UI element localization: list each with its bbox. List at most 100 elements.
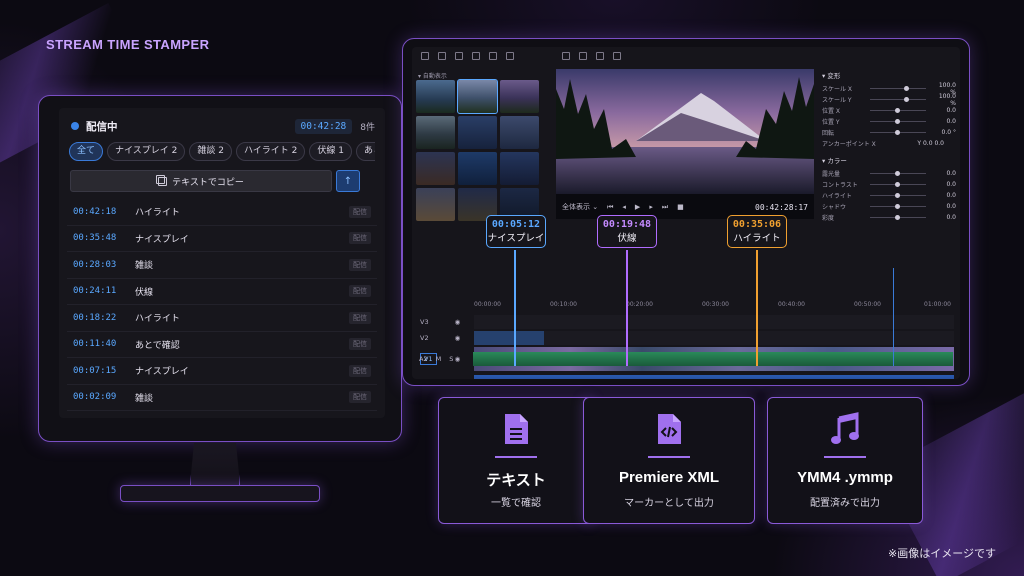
step-forward-icon[interactable]: ▸ xyxy=(649,203,653,211)
folder-open-icon[interactable] xyxy=(455,52,463,60)
row-label: ナイスプレイ xyxy=(135,234,189,245)
slider[interactable] xyxy=(870,182,926,187)
marker-fukusen[interactable]: 00:19:48 伏線 xyxy=(597,215,657,248)
list-item[interactable]: 00:07:15 ナイスプレイ 配信 xyxy=(67,358,377,385)
media-thumbnail[interactable] xyxy=(457,79,498,114)
eye-icon[interactable]: ◉ xyxy=(455,334,461,342)
track-a2[interactable] xyxy=(473,352,953,366)
list-item[interactable]: 00:18:22 ハイライト 配信 xyxy=(67,305,377,332)
timeline-ruler[interactable]: 00:00:00 00:10:00 00:20:00 00:30:00 00:4… xyxy=(474,301,954,311)
list-item[interactable]: 00:24:11 伏線 配信 xyxy=(67,279,377,305)
eye-icon[interactable]: ◉ xyxy=(455,318,461,326)
stamp-list: 00:42:18 ハイライト 配信 00:35:48 ナイスプレイ 配信 00:28:0… xyxy=(67,199,377,411)
slider[interactable] xyxy=(870,130,926,135)
filter-chip-all[interactable]: 全て xyxy=(69,142,104,161)
media-thumbnail[interactable] xyxy=(416,80,455,113)
solo-toggle[interactable]: S xyxy=(449,355,453,363)
divider xyxy=(495,456,537,458)
media-thumbnail[interactable] xyxy=(416,152,455,185)
preview-viewer: 全体表示 ⌄ ⏮ ◂ ▶ ▸ ⏭ ■ 00:42:28:17 xyxy=(556,69,814,219)
monitor-stand-neck xyxy=(190,443,240,485)
card-premiere-xml[interactable]: Premiere XML マーカーとして出力 xyxy=(583,397,755,524)
slider[interactable] xyxy=(870,204,926,209)
track-v3[interactable] xyxy=(474,315,954,329)
copy-icon xyxy=(156,174,168,186)
mute-toggle[interactable]: M xyxy=(437,378,443,379)
zoom-mode-select[interactable]: 全体表示 ⌄ xyxy=(562,202,598,212)
mute-toggle[interactable]: M xyxy=(436,355,442,363)
text-icon[interactable] xyxy=(472,52,480,60)
track-v2[interactable] xyxy=(474,331,954,345)
filter-chip-niceplay[interactable]: ナイスプレイ 2 xyxy=(107,142,186,161)
media-pool-label: ▾ 自動表示 xyxy=(418,73,447,80)
card-ymm4[interactable]: YMM4 .ymmp 配置済みで出力 xyxy=(767,397,923,524)
video-editor: ▾ 自動表示 全体表示 ⌄ ⏮ ◂ ▶ ▸ ⏭ ■ 00:42:28:17 ▾ … xyxy=(402,38,970,386)
row-tag: 配信 xyxy=(349,311,371,324)
marker-highlight[interactable]: 00:35:06 ハイライト xyxy=(727,215,787,248)
media-thumbnail[interactable] xyxy=(458,152,497,185)
step-back-icon[interactable]: ◂ xyxy=(622,203,626,211)
card-title: テキスト xyxy=(486,472,546,489)
list-item[interactable]: 00:42:18 ハイライト 配信 xyxy=(67,199,377,226)
prop-row: アンカーポイント XY 0.0 0.0 xyxy=(822,140,944,148)
media-icon[interactable] xyxy=(579,52,587,60)
media-thumbnail[interactable] xyxy=(500,80,539,113)
skip-back-icon[interactable]: ⏮ xyxy=(607,203,613,212)
prop-row: 回転 0.0 ° xyxy=(822,129,956,137)
row-label: あとで確認 xyxy=(135,340,180,351)
media-thumbnail[interactable] xyxy=(416,116,455,149)
row-time: 00:11:40 xyxy=(73,339,117,350)
export-icon[interactable] xyxy=(613,52,621,60)
slider[interactable] xyxy=(870,193,926,198)
track-a1[interactable] xyxy=(474,375,954,379)
slider[interactable] xyxy=(870,97,926,102)
divider xyxy=(824,456,866,458)
solo-toggle[interactable]: S xyxy=(450,378,454,379)
clip-icon[interactable] xyxy=(596,52,604,60)
scroll-up-button[interactable]: ↑ xyxy=(336,170,360,192)
filter-chip-later[interactable]: あとで確認 xyxy=(355,142,375,161)
list-item[interactable]: 00:11:40 あとで確認 配信 xyxy=(67,332,377,358)
row-label: 伏線 xyxy=(135,287,154,298)
slider[interactable] xyxy=(870,171,926,176)
copy-text-button[interactable]: テキストでコピー xyxy=(70,170,332,192)
ruler-tick: 00:30:00 xyxy=(702,301,729,308)
grid-icon[interactable] xyxy=(421,52,429,60)
card-title: YMM4 .ymmp xyxy=(797,469,893,486)
row-time: 00:42:18 xyxy=(73,206,117,217)
media-thumbnail[interactable] xyxy=(500,152,539,185)
row-time: 00:28:03 xyxy=(73,259,117,270)
effects-icon[interactable] xyxy=(506,52,514,60)
play-icon[interactable]: ▶ xyxy=(635,203,640,211)
transform-section[interactable]: ▾ 変形 xyxy=(822,70,956,80)
slider[interactable] xyxy=(870,108,926,113)
folder-icon[interactable] xyxy=(438,52,446,60)
row-time: 00:02:09 xyxy=(73,392,117,403)
list-item[interactable]: 00:02:09 雑談 配信 xyxy=(67,385,377,411)
media-thumbnail[interactable] xyxy=(416,188,455,221)
row-tag: 配信 xyxy=(349,205,371,218)
list-item[interactable]: 00:28:03 雑談 配信 xyxy=(67,252,377,279)
slider[interactable] xyxy=(870,119,926,124)
row-label: ナイスプレイ xyxy=(135,367,189,378)
music-icon[interactable] xyxy=(489,52,497,60)
skip-forward-icon[interactable]: ⏭ xyxy=(662,203,668,212)
stop-icon[interactable]: ■ xyxy=(677,203,684,211)
row-time: 00:07:15 xyxy=(73,365,117,376)
clip[interactable] xyxy=(474,331,544,345)
list-item[interactable]: 00:35:48 ナイスプレイ 配信 xyxy=(67,226,377,252)
stamp-count: 8件 xyxy=(360,122,375,133)
filter-chip-highlight[interactable]: ハイライト 2 xyxy=(235,142,306,161)
layout-icon[interactable] xyxy=(562,52,570,60)
slider[interactable] xyxy=(870,215,926,220)
prop-row: 露光量 0.0 xyxy=(822,170,956,178)
color-section[interactable]: ▾ カラー xyxy=(822,155,956,165)
slider[interactable] xyxy=(870,86,926,91)
media-thumbnail[interactable] xyxy=(500,116,539,149)
marker-niceplay[interactable]: 00:05:12 ナイスプレイ xyxy=(486,215,546,248)
panel-title: 配信中 xyxy=(86,120,118,133)
media-thumbnail[interactable] xyxy=(458,116,497,149)
card-text[interactable]: テキスト 一覧で確認 xyxy=(438,397,594,524)
filter-chip-fukusen[interactable]: 伏線 1 xyxy=(309,142,352,161)
filter-chip-zatsudan[interactable]: 雑談 2 xyxy=(189,142,232,161)
